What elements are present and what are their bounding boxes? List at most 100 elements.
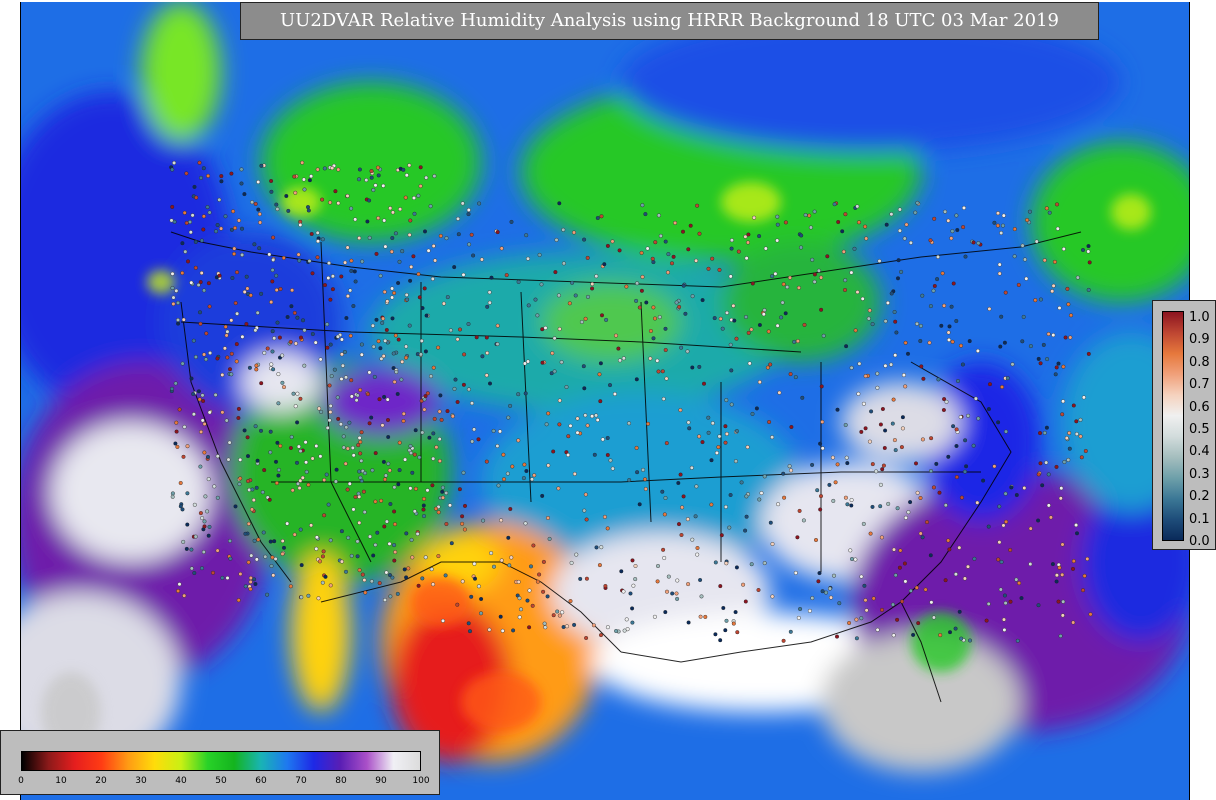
observation-dot — [441, 618, 446, 623]
observation-dot — [883, 363, 888, 368]
observation-dot — [320, 554, 325, 559]
observation-dot — [915, 321, 920, 326]
observation-dot — [180, 271, 185, 276]
observation-dot — [928, 304, 933, 309]
observation-dot — [943, 578, 948, 583]
observation-dot — [893, 319, 898, 324]
observation-dot — [256, 207, 261, 212]
observation-dot — [546, 463, 551, 468]
observation-dot — [339, 559, 344, 564]
observation-dot — [192, 502, 197, 507]
observation-dot — [251, 498, 256, 503]
observation-dot — [849, 498, 854, 503]
observation-dot — [302, 363, 307, 368]
observation-dot — [201, 550, 206, 555]
observation-dot — [1044, 460, 1049, 465]
observation-dot — [631, 583, 636, 588]
observation-colorbar-tick: 0.5 — [1189, 422, 1210, 437]
observation-dot — [217, 197, 222, 202]
observation-dot — [700, 298, 705, 303]
observation-dot — [243, 584, 248, 589]
observation-dot — [743, 234, 748, 239]
observation-dot — [731, 303, 736, 308]
observation-dot — [633, 564, 638, 569]
observation-dot — [271, 573, 276, 578]
observation-dot — [314, 546, 319, 551]
observation-dot — [169, 218, 174, 223]
observation-dot — [775, 214, 780, 219]
observation-dot — [697, 231, 702, 236]
observation-dot — [1054, 579, 1059, 584]
observation-dot — [369, 415, 374, 420]
observation-dot — [894, 330, 899, 335]
observation-dot — [197, 397, 202, 402]
observation-dot — [432, 174, 437, 179]
observation-dot — [915, 490, 920, 495]
observation-dot — [420, 576, 425, 581]
observation-dot — [617, 248, 622, 253]
observation-dot — [201, 227, 206, 232]
observation-dot — [775, 222, 780, 227]
observation-dot — [619, 569, 624, 574]
observation-dot — [777, 390, 782, 395]
observation-dot — [185, 522, 190, 527]
observation-dot — [640, 203, 645, 208]
observation-dot — [170, 494, 175, 499]
observation-dot — [433, 258, 438, 263]
observation-dot — [479, 597, 484, 602]
observation-dot — [416, 583, 421, 588]
observation-dot — [529, 564, 534, 569]
observation-dot — [277, 335, 282, 340]
observation-dot — [326, 502, 331, 507]
observation-dot — [986, 524, 991, 529]
observation-dot — [724, 561, 729, 566]
observation-dot — [706, 266, 711, 271]
observation-dot — [369, 579, 374, 584]
observation-dot — [799, 233, 804, 238]
observation-dot — [198, 464, 203, 469]
observation-dot — [355, 554, 360, 559]
observation-dot — [396, 281, 401, 286]
observation-dot — [325, 345, 330, 350]
observation-dot — [540, 327, 545, 332]
observation-dot — [599, 214, 604, 219]
observation-dot — [280, 353, 285, 358]
observation-dot — [383, 473, 388, 478]
observation-dot — [973, 396, 978, 401]
observation-dot — [448, 328, 453, 333]
observation-dot — [317, 559, 322, 564]
observation-dot — [854, 617, 859, 622]
observation-dot — [316, 596, 321, 601]
observation-dot — [519, 607, 524, 612]
observation-dot — [274, 202, 279, 207]
observation-dot — [954, 319, 959, 324]
observation-dot — [246, 521, 251, 526]
observation-dot — [412, 211, 417, 216]
observation-dot — [1068, 335, 1073, 340]
observation-dot — [954, 213, 959, 218]
observation-dot — [332, 367, 337, 372]
observation-dot — [276, 372, 281, 377]
observation-dot — [455, 337, 460, 342]
observation-dot — [188, 230, 193, 235]
observation-dot — [578, 576, 583, 581]
observation-dot — [491, 428, 496, 433]
observation-dot — [1020, 243, 1025, 248]
observation-dot — [770, 594, 775, 599]
observation-dot — [1060, 412, 1065, 417]
observation-dot — [547, 536, 552, 541]
observation-dot — [648, 329, 653, 334]
observation-dot — [871, 596, 876, 601]
observation-dot — [328, 200, 333, 205]
observation-dot — [207, 524, 212, 529]
observation-dot — [397, 259, 402, 264]
observation-dot — [853, 328, 858, 333]
observation-dot — [986, 601, 991, 606]
observation-dot — [590, 282, 595, 287]
observation-dot — [292, 174, 297, 179]
observation-dot — [1033, 298, 1038, 303]
observation-dot — [181, 317, 186, 322]
observation-dot — [832, 573, 837, 578]
observation-dot — [714, 450, 719, 455]
observation-dot — [367, 421, 372, 426]
